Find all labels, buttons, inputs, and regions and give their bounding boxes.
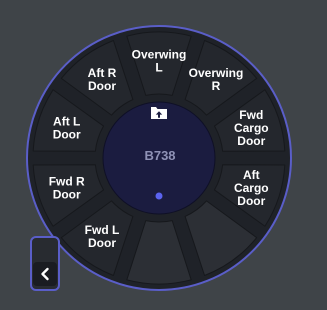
menu-item-label: Door bbox=[237, 194, 265, 208]
menu-item-label: L bbox=[155, 61, 162, 75]
aircraft-label: B738 bbox=[144, 148, 175, 163]
menu-item-label: Aft bbox=[243, 168, 260, 182]
menu-item-label: Fwd L bbox=[85, 223, 120, 237]
menu-item-label: Door bbox=[88, 79, 116, 93]
menu-item-label: Fwd bbox=[239, 108, 263, 122]
menu-item-label: Aft R bbox=[88, 66, 117, 80]
dot-icon bbox=[155, 192, 163, 200]
menu-item-label: Fwd R bbox=[49, 175, 85, 189]
center-hub[interactable]: B738 bbox=[102, 101, 216, 215]
menu-item-label: Door bbox=[53, 188, 81, 202]
menu-item-label: Cargo bbox=[234, 181, 269, 195]
menu-item-label: Cargo bbox=[234, 121, 269, 135]
menu-item-label: Door bbox=[237, 134, 265, 148]
menu-item-label: Aft L bbox=[53, 115, 80, 129]
menu-item-label: R bbox=[212, 79, 221, 93]
menu-item-label: Overwing bbox=[132, 48, 187, 62]
menu-item-label: Door bbox=[53, 128, 81, 142]
chevron-left-icon bbox=[33, 262, 57, 286]
menu-item-label: Door bbox=[88, 236, 116, 250]
back-button[interactable] bbox=[30, 236, 60, 291]
menu-item-label: Overwing bbox=[189, 66, 244, 80]
